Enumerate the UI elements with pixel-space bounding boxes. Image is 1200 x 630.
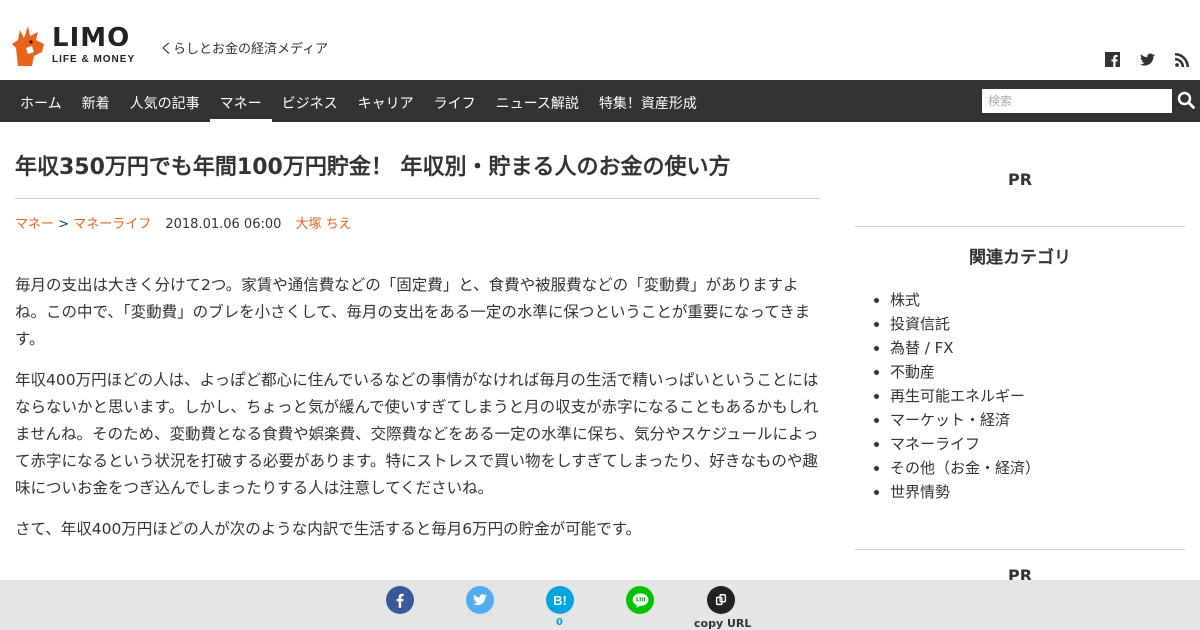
nav-item[interactable]: ニュース解説 [486,80,589,122]
link-icon [715,594,727,606]
related-categories-list: 株式投資信託為替 / FX不動産再生可能エネルギーマーケット・経済マネーライフそ… [855,288,1185,504]
article-body: 毎月の支出は大きく分けて2つ。家賃や通信費などの「固定費」と、食費や被服費などの… [15,272,820,543]
site-header: LIMO LIFE & MONEY くらしとお金の経済メディア [0,0,1200,80]
nav-items: ホーム 新着 人気の記事 マネー ビジネス キャリア ライフ ニュース解説 特集！資産形成 [10,80,707,122]
copy-url-button[interactable] [707,586,735,614]
category-link[interactable]: 株式 [890,288,1185,312]
share-facebook-button[interactable] [386,586,414,614]
article-paragraph: 年収400万円ほどの人は、よっぽど都心に住んでいるなどの事情がなければ毎月の生活… [15,371,819,497]
search-input[interactable] [982,89,1172,113]
category-link[interactable]: マネーライフ [890,432,1185,456]
nav-item[interactable]: マネー [209,80,272,122]
site-logo[interactable]: LIMO LIFE & MONEY [12,20,142,70]
nav-item[interactable]: ホーム [10,80,72,122]
category-link[interactable]: マーケット・経済 [890,408,1185,432]
author-link[interactable]: 大塚 ちえ [296,217,352,232]
search-icon[interactable] [1177,91,1195,109]
article-title: 年収350万円でも年間100万円貯金！ 年収別・貯まる人のお金の使い方 [15,155,731,180]
sidebar-divider [855,549,1185,550]
nav-item[interactable]: ビジネス [272,80,348,122]
pr-label: PR [1007,170,1033,189]
category-link[interactable]: 投資信託 [890,312,1185,336]
article-date: 2018.01.06 06:00 [165,217,282,232]
related-categories-heading: 関連カテゴリ [969,248,1071,268]
copy-url-label: copy URL [694,617,752,630]
facebook-icon [396,593,404,608]
nav-item[interactable]: 新着 [72,80,120,122]
article-meta: マネー > マネーライフ 2018.01.06 06:00 大塚 ちえ [15,213,820,232]
article: 年収350万円でも年間100万円貯金！ 年収別・貯まる人のお金の使い方 マネー … [15,122,820,543]
hatena-count: 0 [556,617,563,628]
category-link[interactable]: 不動産 [890,360,1185,384]
share-line-button[interactable] [626,586,654,614]
category-link[interactable]: その他（お金・経済） [890,456,1185,480]
breadcrumb-separator: > [58,217,70,232]
article-paragraph: さて、年収400万円ほどの人が次のような内訳で生活すると毎月6万円の貯金が可能で… [15,520,642,538]
logo-subtitle: LIFE & MONEY [52,54,136,65]
line-icon [632,592,648,608]
share-hatena-button[interactable]: B! [546,586,574,614]
nav-item[interactable]: 人気の記事 [120,80,210,122]
article-paragraph: 毎月の支出は大きく分けて2つ。家賃や通信費などの「固定費」と、食費や被服費などの… [15,276,811,348]
facebook-icon[interactable] [1105,52,1120,67]
header-social-links [1105,52,1190,67]
rss-icon[interactable] [1175,52,1190,67]
fox-logo-icon [12,26,44,66]
share-twitter-button[interactable] [466,586,494,614]
category-link[interactable]: 為替 / FX [890,336,1185,360]
breadcrumb-subcategory-link[interactable]: マネーライフ [73,217,151,232]
sidebar: PR 関連カテゴリ 株式投資信託為替 / FX不動産再生可能エネルギーマーケット… [855,122,1185,585]
title-divider [15,198,820,199]
category-link[interactable]: 世界情勢 [890,480,1185,504]
nav-item[interactable]: ライフ [424,80,486,122]
nav-item[interactable]: キャリア [348,80,424,122]
nav-item[interactable]: 特集！資産形成 [589,80,707,122]
twitter-icon[interactable] [1140,52,1155,67]
category-link[interactable]: 再生可能エネルギー [890,384,1185,408]
twitter-icon [473,594,487,606]
logo-wordmark: LIMO [52,23,131,53]
sidebar-divider [855,226,1185,227]
hatena-bookmark-icon: B! [553,592,567,608]
breadcrumb-category-link[interactable]: マネー [15,217,54,232]
share-bar: B! 0 copy URL [0,580,1200,630]
site-tagline: くらしとお金の経済メディア [160,42,329,57]
